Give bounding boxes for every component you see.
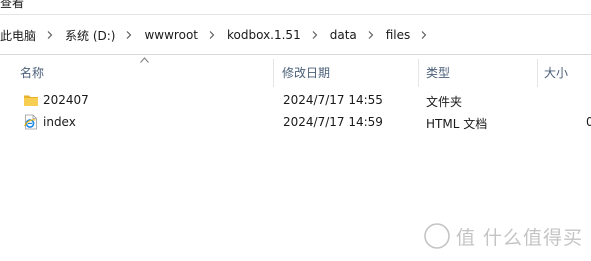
chevron-right-icon[interactable] <box>311 31 319 39</box>
file-modified: 2024/7/17 14:55 <box>283 93 383 107</box>
column-name[interactable]: 名称 <box>20 64 44 81</box>
file-size: 0 <box>586 115 591 129</box>
list-item[interactable]: index 2024/7/17 14:59 HTML 文档 0 <box>0 111 591 133</box>
file-name: index <box>43 115 76 129</box>
column-divider[interactable] <box>273 59 274 87</box>
smzdm-logo-icon <box>424 223 450 249</box>
breadcrumb-files[interactable]: files <box>384 28 413 42</box>
view-menu[interactable]: 查看 <box>0 0 24 11</box>
breadcrumb-kodbox[interactable]: kodbox.1.51 <box>225 28 303 42</box>
list-item[interactable]: 202407 2024/7/17 14:55 文件夹 <box>0 89 591 111</box>
sort-ascending-icon <box>140 57 149 63</box>
file-type: HTML 文档 <box>426 117 488 131</box>
chevron-right-icon[interactable] <box>125 31 133 39</box>
breadcrumb-drive-d[interactable]: 系统 (D:) <box>63 27 117 44</box>
folder-icon <box>24 95 38 106</box>
chevron-right-icon[interactable] <box>367 31 375 39</box>
column-size[interactable]: 大小 <box>544 64 568 81</box>
html-file-icon <box>24 114 37 130</box>
column-type[interactable]: 类型 <box>426 64 450 81</box>
file-modified: 2024/7/17 14:59 <box>283 115 383 129</box>
column-divider[interactable] <box>537 59 538 87</box>
column-divider[interactable] <box>418 59 419 87</box>
breadcrumb-data[interactable]: data <box>328 28 359 42</box>
menu-bar: 查看 <box>0 0 591 15</box>
breadcrumb-wwwroot[interactable]: wwwroot <box>142 28 200 42</box>
breadcrumb: 此电脑 系统 (D:) wwwroot kodbox.1.51 data fil… <box>0 27 437 43</box>
column-header: 名称 修改日期 类型 大小 <box>0 55 591 87</box>
chevron-right-icon[interactable] <box>46 31 54 39</box>
chevron-right-icon[interactable] <box>420 31 428 39</box>
address-bar[interactable]: 此电脑 系统 (D:) wwwroot kodbox.1.51 data fil… <box>0 15 591 55</box>
column-modified[interactable]: 修改日期 <box>282 64 330 81</box>
watermark: 值 什么值得买 <box>424 222 583 250</box>
chevron-right-icon[interactable] <box>208 31 216 39</box>
watermark-text: 值 什么值得买 <box>456 226 584 249</box>
file-type: 文件夹 <box>426 95 463 109</box>
breadcrumb-this-pc[interactable]: 此电脑 <box>0 27 38 44</box>
file-name: 202407 <box>43 93 89 107</box>
